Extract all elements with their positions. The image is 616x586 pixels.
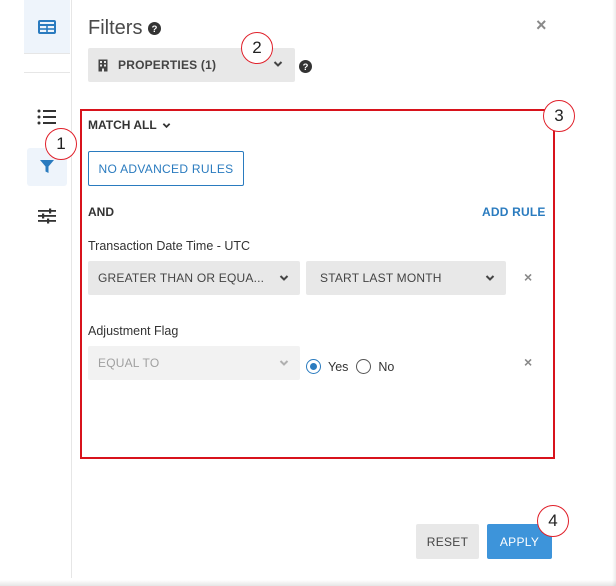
left-rail [24, 0, 72, 578]
list-icon [37, 109, 56, 125]
filter-icon [40, 160, 54, 173]
operator-value: GREATER THAN OR EQUA... [98, 271, 265, 285]
window-edge-shadow [612, 0, 616, 586]
annotation-1: 1 [45, 128, 77, 160]
panel-title: Filters [88, 17, 143, 39]
chevron-down-icon [162, 122, 170, 128]
radio-yes[interactable] [306, 359, 321, 374]
and-label: AND [88, 205, 114, 219]
match-all-dropdown[interactable]: MATCH ALL [88, 118, 171, 132]
chevron-down-icon [279, 360, 289, 366]
radio-no-label: No [378, 359, 395, 374]
operator-value: EQUAL TO [98, 356, 160, 370]
remove-rule-icon[interactable]: × [524, 354, 532, 370]
properties-label: PROPERTIES (1) [118, 58, 217, 72]
chevron-down-icon [485, 275, 495, 281]
chevron-down-icon [273, 61, 283, 67]
properties-help-icon[interactable]: ? [299, 60, 312, 78]
remove-rule-icon[interactable]: × [524, 269, 532, 285]
table-view-button[interactable] [24, 0, 70, 54]
window-edge-shadow [0, 580, 616, 586]
settings-sliders-button[interactable] [27, 197, 67, 235]
value-text: START LAST MONTH [320, 271, 442, 285]
radio-yes-label: Yes [328, 359, 349, 374]
filters-window: Filters ? × PROPERTIES (1) ? MATCH ALL N… [0, 0, 616, 586]
table-icon [38, 20, 56, 34]
match-all-label: MATCH ALL [88, 118, 157, 132]
no-advanced-rules-button[interactable]: NO ADVANCED RULES [88, 151, 244, 186]
building-icon [98, 59, 108, 71]
chevron-down-icon [279, 275, 289, 281]
rail-divider [24, 72, 70, 73]
close-icon[interactable]: × [536, 16, 547, 34]
annotation-4: 4 [537, 505, 569, 537]
rule-field-label: Adjustment Flag [88, 324, 179, 338]
svg-text:?: ? [152, 24, 158, 35]
radio-no[interactable] [356, 359, 372, 374]
reset-button[interactable]: RESET [416, 524, 479, 559]
help-icon[interactable]: ? [148, 22, 161, 40]
operator-select-disabled: EQUAL TO [88, 346, 300, 380]
annotation-2: 2 [241, 32, 273, 64]
add-rule-link[interactable]: ADD RULE [482, 205, 546, 219]
annotation-3: 3 [543, 100, 575, 132]
value-select[interactable]: START LAST MONTH [306, 261, 506, 295]
sliders-icon [38, 208, 56, 224]
yes-no-radio-group: Yes No [306, 359, 402, 374]
svg-text:?: ? [303, 62, 309, 73]
operator-select[interactable]: GREATER THAN OR EQUA... [88, 261, 300, 295]
rule-field-label: Transaction Date Time - UTC [88, 239, 251, 253]
